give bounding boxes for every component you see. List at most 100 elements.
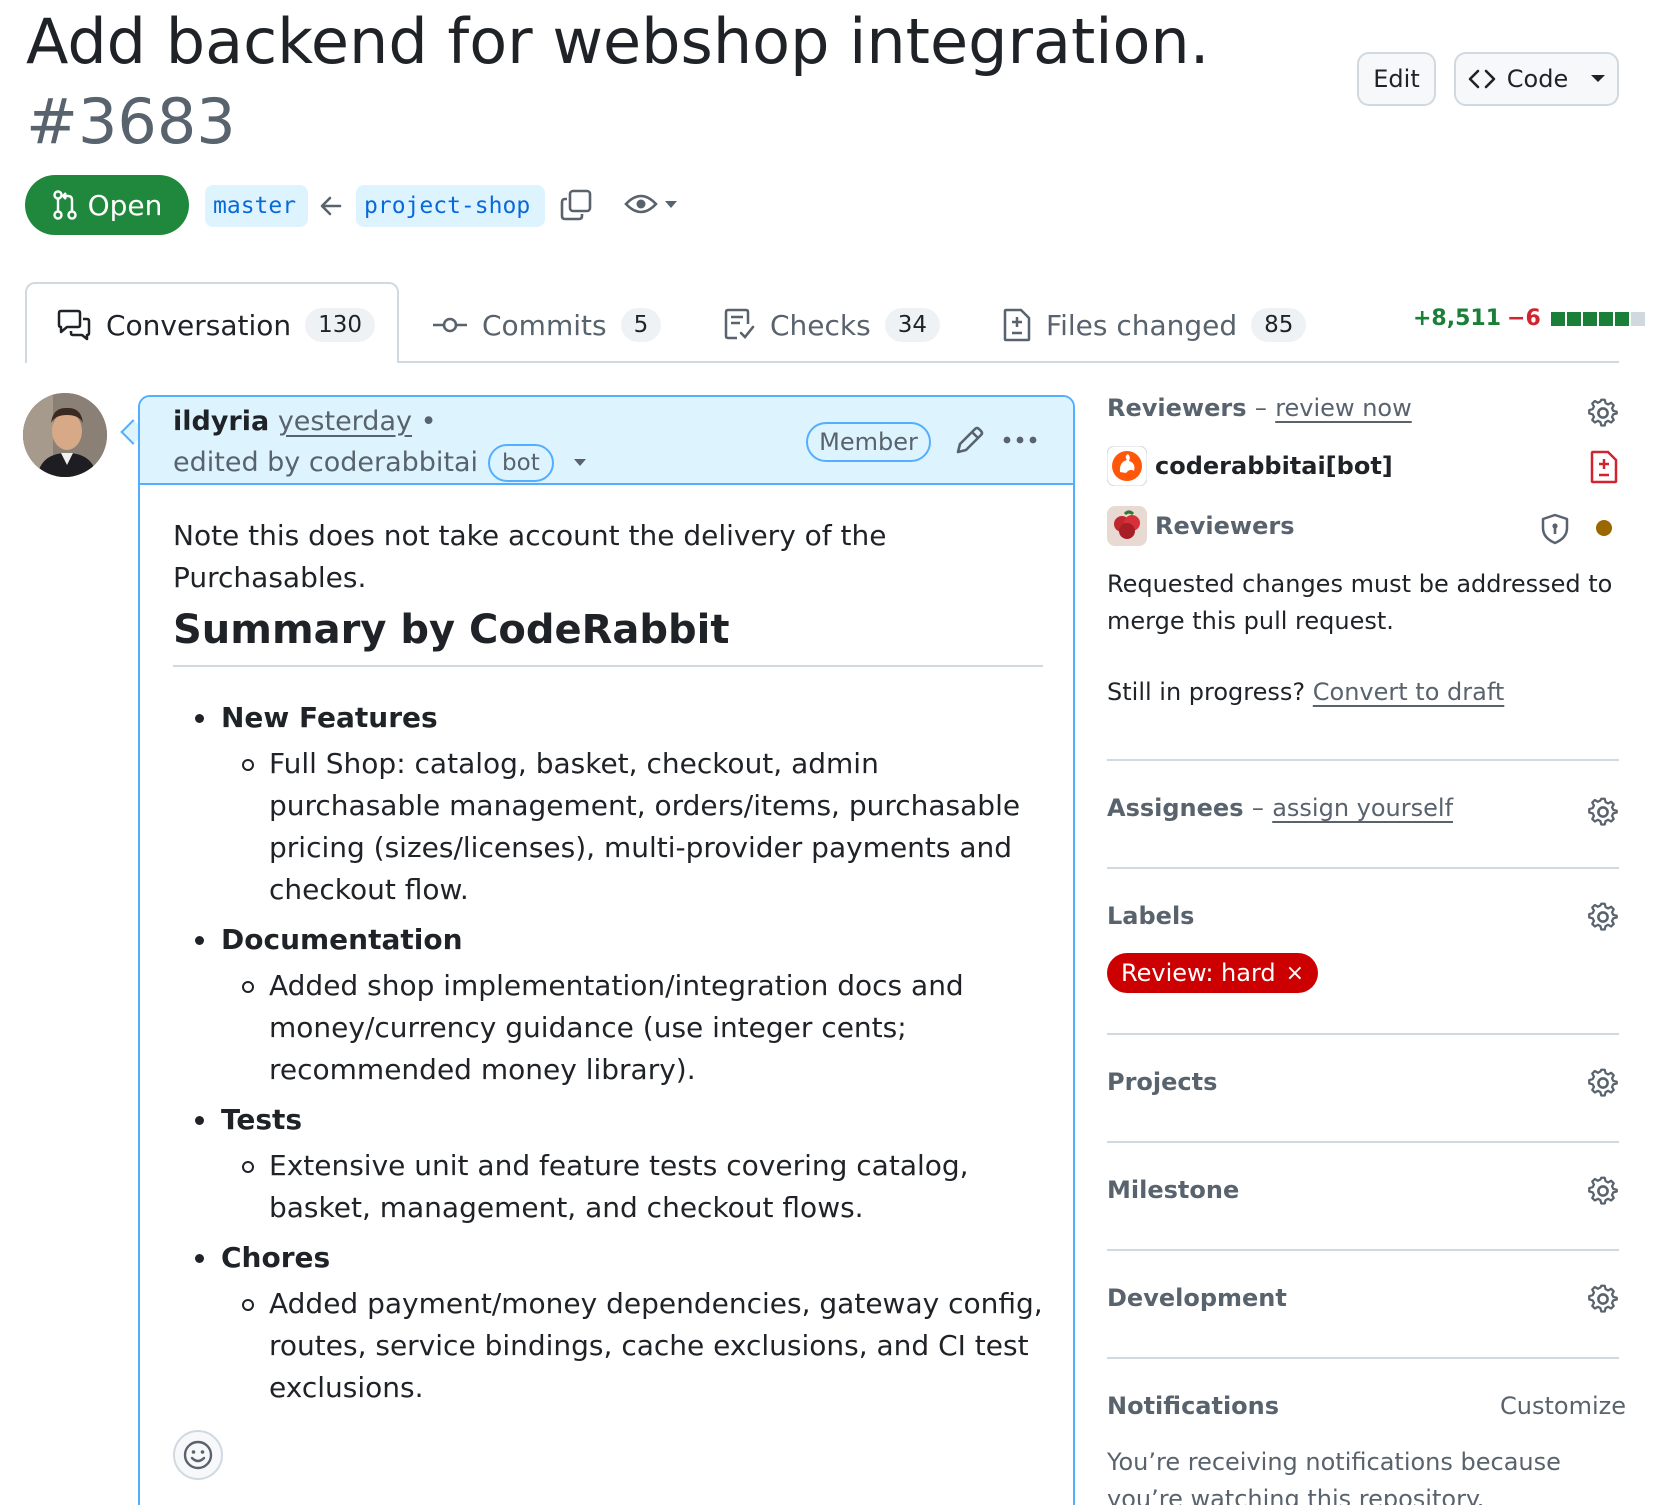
divider <box>1107 1249 1619 1251</box>
diffstat-deletions: −6 <box>1507 306 1541 331</box>
summary-list: New Features Full Shop: catalog, basket,… <box>173 697 1043 1417</box>
gear-icon[interactable] <box>1587 902 1619 934</box>
meta-separator: • <box>420 406 437 437</box>
development-heading[interactable]: Development <box>1107 1284 1619 1312</box>
list-item: New Features <box>173 697 1043 739</box>
summary-heading: Summary by CodeRabbit <box>173 607 1043 667</box>
customize-link[interactable]: Customize <box>1500 1392 1626 1420</box>
assign-yourself-link[interactable]: assign yourself <box>1272 794 1453 822</box>
divider <box>1107 759 1619 761</box>
tab-conversation[interactable]: Conversation 130 <box>56 300 376 350</box>
label-name: Review: hard <box>1121 959 1276 987</box>
coderabbit-avatar <box>1107 446 1147 486</box>
convert-to-draft-link[interactable]: Convert to draft <box>1313 678 1505 706</box>
comment-time[interactable]: yesterday <box>278 406 412 437</box>
reviewers-heading: Reviewers – review now <box>1107 394 1619 422</box>
diffstat-block <box>1550 311 1565 326</box>
base-branch[interactable]: master <box>205 185 308 227</box>
diffstat-blocks <box>1550 311 1647 326</box>
gear-icon[interactable] <box>1587 1068 1619 1100</box>
notifications-text: You’re receiving notifications because y… <box>1107 1448 1561 1505</box>
member-badge: Member <box>806 422 931 462</box>
remove-label-icon[interactable]: × <box>1286 961 1304 986</box>
tab-label: Checks <box>770 308 871 342</box>
chevron-down-icon <box>665 200 677 208</box>
comment-header: ildyria yesterday • edited by coderabbit… <box>140 397 1073 485</box>
pr-number: #3683 <box>26 85 236 158</box>
copy-icon[interactable] <box>559 188 593 222</box>
state-label: Open <box>87 188 163 222</box>
requested-changes-text: Requested changes must be addressed to m… <box>1107 570 1613 635</box>
checklist-icon <box>724 308 755 340</box>
edit-button-label: Edit <box>1373 65 1420 93</box>
comment: ildyria yesterday • edited by coderabbit… <box>138 395 1075 1505</box>
file-diff-icon <box>1003 308 1031 342</box>
gear-icon[interactable] <box>1587 797 1619 829</box>
assignees-sep: – <box>1251 794 1264 822</box>
reviewers-sep: – <box>1254 394 1267 422</box>
list-item: Tests <box>173 1099 1043 1141</box>
avatar[interactable] <box>23 393 107 477</box>
kebab-horizontal-icon[interactable] <box>1002 435 1038 445</box>
code-button-label: Code <box>1506 65 1569 93</box>
reviewer-row[interactable]: coderabbitai[bot] <box>1107 446 1393 486</box>
code-icon <box>1468 69 1496 89</box>
tab-commits[interactable]: Commits 5 <box>432 300 662 350</box>
label-review-hard[interactable]: Review: hard × <box>1107 953 1319 993</box>
labels-heading[interactable]: Labels <box>1107 902 1619 930</box>
bot-badge: bot <box>488 444 554 482</box>
tab-checks[interactable]: Checks 34 <box>724 300 941 350</box>
gear-icon[interactable] <box>1587 1284 1619 1316</box>
code-button[interactable]: Code <box>1454 52 1619 106</box>
eye-icon <box>624 194 658 214</box>
divider <box>1107 1357 1619 1359</box>
edit-button[interactable]: Edit <box>1357 52 1436 106</box>
gear-icon[interactable] <box>1587 1176 1619 1208</box>
draft-prompt: Still in progress? Convert to draft <box>1107 674 1619 711</box>
milestone-heading[interactable]: Milestone <box>1107 1176 1619 1204</box>
chevron-down-icon <box>573 459 586 466</box>
assignees-title[interactable]: Assignees <box>1107 794 1243 822</box>
list-item-detail: Full Shop: catalog, basket, checkout, ad… <box>173 743 1043 911</box>
divider <box>1107 1141 1619 1143</box>
diffstat-additions: +8,511 <box>1413 306 1502 331</box>
diffstat-block <box>1598 311 1613 326</box>
edited-by-text: edited by coderabbitai <box>173 447 479 478</box>
head-branch[interactable]: project-shop <box>356 185 545 227</box>
draft-prompt-text: Still in progress? <box>1107 678 1306 706</box>
list-item: Documentation <box>173 919 1043 961</box>
shield-icon <box>1541 513 1569 545</box>
git-pull-request-icon <box>52 190 77 220</box>
comment-meta: ildyria yesterday • <box>173 402 437 442</box>
reviewers-title[interactable]: Reviewers <box>1107 394 1246 422</box>
pr-title: Add backend for webshop integration. <box>26 5 1210 78</box>
tab-label: Commits <box>482 308 607 342</box>
tab-counter: 85 <box>1251 308 1307 342</box>
diffstat-block <box>1614 311 1629 326</box>
file-diff-icon <box>1590 450 1618 484</box>
add-reaction-button[interactable] <box>173 1430 223 1480</box>
reviewer-name: coderabbitai[bot] <box>1155 452 1393 480</box>
tab-label: Conversation <box>106 308 292 342</box>
smiley-icon <box>183 1440 213 1470</box>
comment-discussion-icon <box>57 309 91 341</box>
tab-counter: 5 <box>620 308 662 342</box>
comment-author[interactable]: ildyria <box>173 406 269 437</box>
reviewer-row[interactable]: Reviewers <box>1107 506 1294 546</box>
diffstat-block <box>1630 311 1645 326</box>
watch-toggle[interactable] <box>624 190 678 218</box>
team-avatar <box>1107 506 1147 546</box>
projects-heading[interactable]: Projects <box>1107 1068 1619 1096</box>
edited-by[interactable]: edited by coderabbitai bot <box>173 443 588 483</box>
pencil-icon[interactable] <box>953 425 985 457</box>
diffstat-block <box>1566 311 1581 326</box>
list-item: Chores <box>173 1237 1043 1279</box>
tab-files-changed[interactable]: Files changed 85 <box>1002 300 1307 350</box>
author-avatar-image <box>23 393 107 477</box>
pending-status-dot <box>1596 520 1612 536</box>
state-badge: Open <box>25 175 189 235</box>
gear-icon[interactable] <box>1587 398 1619 430</box>
reviewer-name: Reviewers <box>1155 512 1295 540</box>
review-now-link[interactable]: review now <box>1275 394 1412 422</box>
git-commit-icon <box>433 317 467 333</box>
